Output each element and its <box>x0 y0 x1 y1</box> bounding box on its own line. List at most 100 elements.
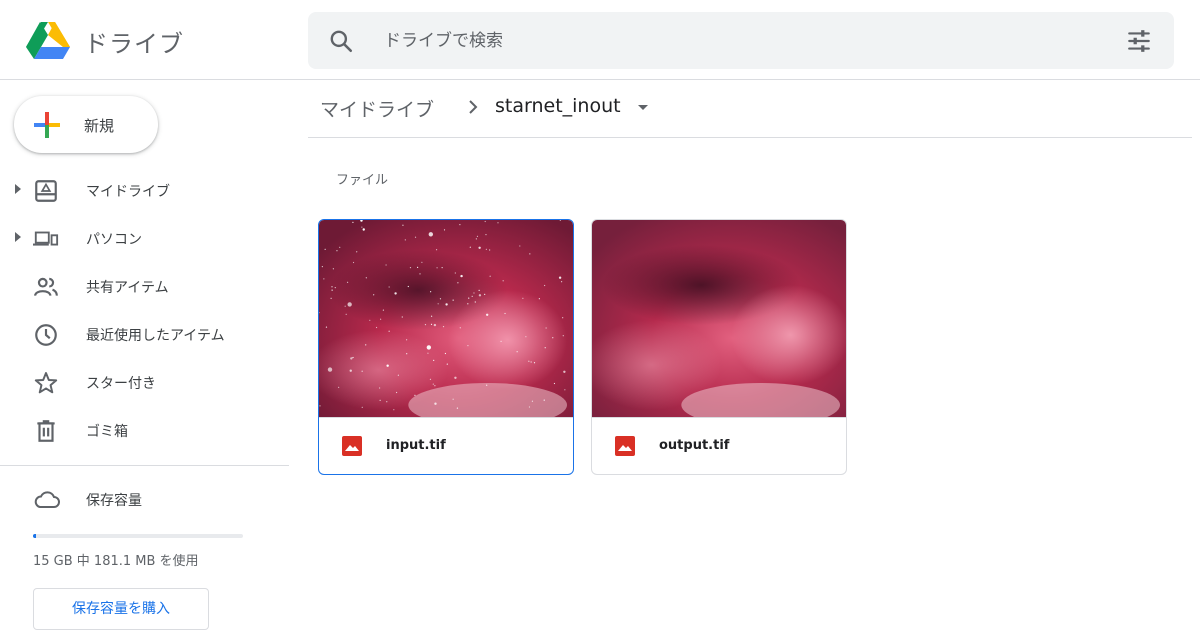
star-dot <box>516 351 518 353</box>
sidebar-item-shared[interactable]: 共有アイテム <box>0 262 290 310</box>
star-dot <box>469 246 471 248</box>
star-dot <box>324 248 326 250</box>
sidebar-item-starred[interactable]: スター付き <box>0 358 290 406</box>
star-dot <box>525 336 527 338</box>
files-section-label: ファイル <box>336 173 389 188</box>
star-dot <box>439 298 442 300</box>
star-dot <box>404 239 406 241</box>
breadcrumb-current-folder[interactable]: starnet_inout <box>495 95 621 117</box>
star-dot <box>489 249 491 251</box>
star-dot <box>485 313 489 316</box>
star-dot <box>553 382 556 385</box>
star-dot <box>401 316 403 318</box>
star-dot <box>394 292 397 295</box>
star-dot <box>375 326 378 329</box>
star-dot <box>327 367 333 372</box>
search-bar[interactable] <box>308 12 1174 69</box>
star-dot <box>402 224 404 226</box>
file-card-input[interactable]: input.tif <box>318 219 574 475</box>
star-dot <box>430 323 433 325</box>
buy-storage-button[interactable]: 保存容量を購入 <box>33 588 209 630</box>
file-thumbnail <box>319 220 573 417</box>
star-dot <box>474 301 476 303</box>
star-dot <box>397 374 399 376</box>
sidebar-item-label: スター付き <box>86 376 156 392</box>
top-bar: ドライブ <box>0 0 1200 80</box>
star-dot <box>414 394 416 396</box>
star-dot <box>560 281 563 283</box>
star-dot <box>414 236 417 238</box>
star-dot <box>361 406 363 408</box>
star-dot <box>454 376 457 379</box>
star-dot <box>484 220 486 223</box>
star-dot <box>441 267 443 269</box>
star-dot <box>467 345 469 347</box>
star-dot <box>332 268 334 270</box>
sidebar-item-label: マイドライブ <box>86 184 170 200</box>
star-dot <box>419 273 421 275</box>
star-dot <box>502 280 504 282</box>
drive-logo-icon[interactable] <box>26 22 70 60</box>
star-dot <box>478 294 482 297</box>
star-dot <box>379 399 381 401</box>
star-dot <box>428 232 434 237</box>
star-dot <box>456 407 459 409</box>
star-dot <box>429 378 432 380</box>
star-dot <box>471 295 473 297</box>
star-dot <box>489 275 491 277</box>
star-dot <box>319 405 321 407</box>
breadcrumb-root[interactable]: マイドライブ <box>320 95 434 122</box>
star-dot <box>467 303 469 305</box>
star-dot <box>330 297 332 299</box>
star-dot <box>436 267 438 269</box>
image-file-icon <box>615 436 635 456</box>
search-icon[interactable] <box>328 28 354 54</box>
sidebar-item-computers[interactable]: パソコン <box>0 214 290 262</box>
star-dot <box>382 309 384 311</box>
star-dot <box>446 363 448 365</box>
chevron-right-icon <box>469 100 478 114</box>
star-dot <box>347 302 352 307</box>
file-card-output[interactable]: output.tif <box>591 219 847 475</box>
star-dot <box>476 235 479 237</box>
expand-arrow-icon[interactable] <box>15 232 21 242</box>
star-dot <box>457 282 459 284</box>
star-dot <box>478 289 480 291</box>
sidebar-item-my-drive[interactable]: マイドライブ <box>0 166 290 214</box>
star-dot <box>528 360 530 362</box>
star-dot <box>385 264 387 266</box>
search-options-icon[interactable] <box>1126 28 1152 54</box>
star-dot <box>519 245 521 247</box>
expand-arrow-icon[interactable] <box>15 184 21 194</box>
star-dot <box>445 303 448 306</box>
star-dot <box>393 409 395 411</box>
sidebar-item-recent[interactable]: 最近使用したアイテム <box>0 310 290 358</box>
sidebar-item-storage[interactable]: 保存容量 <box>0 476 290 524</box>
star-dot <box>459 224 461 226</box>
star-dot <box>421 261 423 263</box>
star-dot <box>531 400 534 402</box>
image-file-icon <box>342 436 362 456</box>
search-input[interactable] <box>384 29 1084 53</box>
shared-people-icon <box>34 277 58 296</box>
star-dot <box>373 294 375 296</box>
star-dot <box>331 286 333 288</box>
star-dot <box>409 267 412 269</box>
sidebar-nav: マイドライブ パソコン 共有アイテム 最近使用したアイテム スター付き ゴミ箱 <box>0 166 290 454</box>
sidebar-item-trash[interactable]: ゴミ箱 <box>0 406 290 454</box>
star-dot <box>431 315 433 317</box>
storage-usage-bar <box>33 534 243 538</box>
star-dot <box>334 287 336 289</box>
star-dot <box>352 356 354 359</box>
star-dot <box>339 246 341 248</box>
new-button[interactable]: 新規 <box>14 96 158 153</box>
chevron-down-icon[interactable] <box>638 105 648 110</box>
star-icon <box>34 372 58 394</box>
star-dot <box>562 335 564 337</box>
app-title[interactable]: ドライブ <box>84 24 184 59</box>
star-dot <box>562 317 564 319</box>
star-dot <box>417 266 419 268</box>
star-dot <box>434 385 436 387</box>
star-dot <box>444 352 446 355</box>
star-dot <box>545 327 547 329</box>
